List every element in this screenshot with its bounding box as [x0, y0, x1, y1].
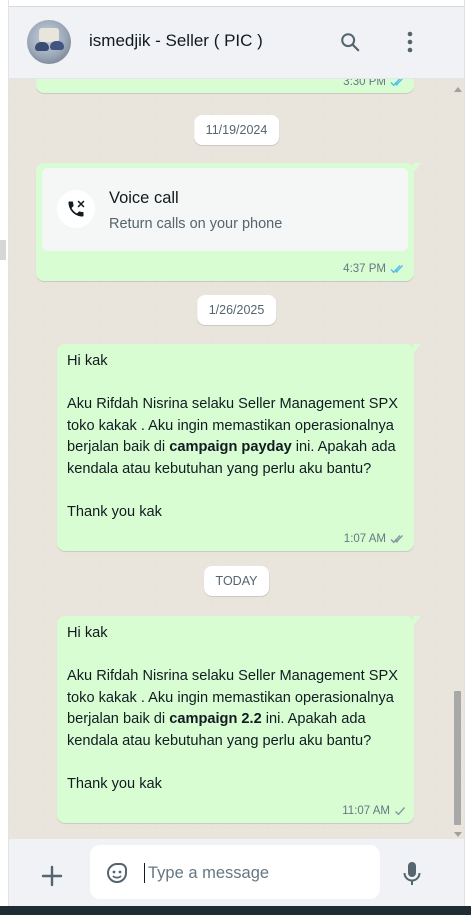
message-time: 11:07 AM [342, 805, 390, 817]
avatar-photo-detail [50, 41, 64, 50]
voice-call-card[interactable]: Voice call Return calls on your phone [42, 168, 408, 251]
search-icon [341, 33, 360, 52]
edge-marker [0, 240, 6, 260]
voice-record-button[interactable] [399, 859, 425, 889]
double-check-read-icon [390, 79, 403, 87]
call-icon-circle [57, 190, 95, 228]
contact-name[interactable]: ismedjik - Seller ( PIC ) [89, 31, 263, 51]
chat-header: ismedjik - Seller ( PIC ) [9, 7, 464, 79]
double-check-delivered-icon [390, 535, 404, 544]
menu-button[interactable] [397, 29, 423, 55]
message-meta: 11:07 AM [342, 805, 406, 817]
attach-button[interactable] [37, 861, 67, 891]
avatar[interactable] [27, 20, 71, 64]
taskbar-strip [0, 906, 471, 915]
plus-icon [41, 865, 63, 887]
emoji-button[interactable] [104, 860, 130, 886]
scroll-up-arrow-icon[interactable] [454, 87, 462, 92]
message-greeting: Hi kak [67, 625, 108, 641]
message-text: Hi kak Aku Rifdah Nisrina selaku Seller … [67, 351, 410, 523]
bubble-tail [413, 344, 421, 354]
bubble-tail [413, 616, 421, 626]
voice-call-bubble[interactable]: Voice call Return calls on your phone 4:… [36, 163, 421, 281]
message-input-box[interactable] [90, 845, 380, 899]
bubble-tail [413, 163, 421, 173]
text-caret [144, 863, 145, 883]
avatar-photo-detail [35, 42, 49, 51]
date-separator: TODAY [203, 566, 270, 596]
single-check-icon [395, 807, 406, 816]
date-separator: 11/19/2024 [193, 115, 280, 145]
message-closing: Thank you kak [67, 775, 162, 792]
message-bold-text: campaign 2.2 [169, 711, 262, 727]
message-greeting: Hi kak [67, 353, 108, 369]
message-time: 1:07 AM [343, 533, 386, 545]
window-left-edge [0, 0, 9, 915]
message-bubble[interactable]: Hi kak Aku Rifdah Nisrina selaku Seller … [57, 344, 421, 551]
message-list[interactable]: 3:30 PM 11/19/2024 Voice call Return cal… [9, 79, 464, 839]
message-time: 4:37 PM [343, 263, 386, 275]
message-bubble-partial[interactable]: 3:30 PM [36, 79, 414, 93]
call-title: Voice call [109, 189, 179, 207]
scrollbar-thumb[interactable] [454, 691, 461, 825]
kebab-menu-icon [407, 31, 413, 53]
message-input[interactable] [148, 860, 368, 886]
message-bold-text: campaign payday [169, 439, 292, 455]
window-right-edge [464, 0, 471, 915]
message-meta: 1:07 AM [344, 533, 406, 545]
search-button[interactable] [337, 29, 363, 55]
chat-window: ismedjik - Seller ( PIC ) 3:30 PM 11/19/… [9, 6, 464, 906]
double-check-read-icon [390, 265, 404, 274]
message-bubble[interactable]: Hi kak Aku Rifdah Nisrina selaku Seller … [57, 616, 421, 823]
avatar-photo-detail [39, 28, 59, 42]
missed-call-icon [68, 200, 85, 217]
sticker-emoji-icon [106, 863, 127, 883]
message-meta: 3:30 PM [343, 79, 406, 88]
call-subtitle: Return calls on your phone [109, 216, 283, 232]
chat-scrollbar[interactable] [452, 87, 462, 837]
message-text: Hi kak Aku Rifdah Nisrina selaku Seller … [67, 623, 410, 795]
microphone-icon [403, 862, 421, 885]
scroll-down-arrow-icon[interactable] [454, 832, 462, 837]
message-closing: Thank you kak [67, 503, 162, 520]
message-time: 3:30 PM [343, 79, 386, 88]
date-separator: 1/26/2025 [196, 295, 277, 325]
message-meta: 4:37 PM [343, 263, 406, 275]
composer-bar [9, 839, 464, 906]
